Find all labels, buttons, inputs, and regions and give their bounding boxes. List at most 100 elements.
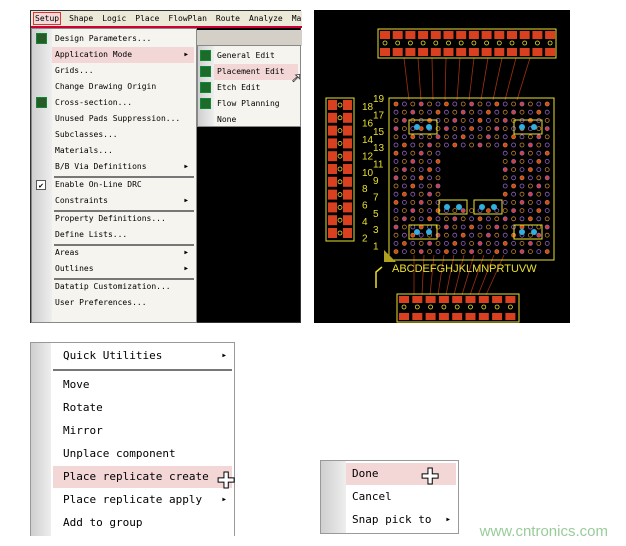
menu-item-outlines[interactable]: Outlines ▶ (52, 261, 194, 277)
menu-item-done[interactable]: Done (346, 463, 456, 485)
menu-item-datatip-customization[interactable]: Datatip Customization... (52, 279, 194, 295)
menu-flowplan[interactable]: FlowPlan (167, 13, 208, 24)
bga-ball (393, 216, 399, 222)
menu-item-mirror[interactable]: Mirror (53, 420, 232, 442)
menu-item-flow-planning[interactable]: Flow Planning (214, 96, 298, 112)
bga-ball (544, 175, 550, 181)
row-label: 5 (373, 209, 379, 220)
menu-item-placement-edit[interactable]: Placement Edit (214, 64, 298, 80)
menu-place[interactable]: Place (134, 13, 160, 24)
pad (343, 125, 352, 136)
bga-ball (536, 232, 542, 238)
bga-ball (418, 216, 424, 222)
bga-ball (519, 167, 525, 173)
checkbox-checked-icon[interactable]: ✔ (36, 180, 46, 190)
pad (468, 31, 479, 39)
bga-ball (502, 158, 508, 164)
pcb-layout-view: 19181716151413121110987654321 ABCDEFGHJKL… (314, 10, 570, 323)
bga-ball (427, 208, 432, 214)
bga-ball (494, 232, 500, 238)
bga-ball (452, 232, 458, 238)
bga-ball (544, 232, 550, 238)
bga-ball (502, 150, 508, 156)
menu-item-subclasses[interactable]: Subclasses... (52, 127, 194, 143)
pin (420, 40, 426, 46)
menu-setup[interactable]: Setup (33, 12, 62, 25)
bga-ball (485, 109, 491, 115)
menu-item-label: Unplace component (63, 447, 176, 460)
bga-ball (527, 101, 533, 107)
menu-shape[interactable]: Shape (68, 13, 94, 24)
menu-manu[interactable]: Manu (291, 13, 302, 24)
menu-item-move[interactable]: Move (53, 374, 232, 396)
pad (405, 31, 416, 39)
menu-item-enable-on-line-drc[interactable]: Enable On-Line DRC (52, 177, 194, 193)
menu-item-b-b-via-definitions[interactable]: B/B Via Definitions ▶ (52, 159, 194, 175)
pin (337, 230, 343, 236)
trace (431, 57, 434, 101)
menu-item-materials[interactable]: Materials... (52, 143, 194, 159)
menu-item-property-definitions[interactable]: Property Definitions... (52, 211, 194, 227)
pad (399, 313, 409, 320)
pad (380, 31, 390, 39)
menu-item-unused-pads-suppression[interactable]: Unused Pads Suppression... (52, 111, 194, 127)
menu-item-design-parameters[interactable]: Design Parameters... (52, 31, 194, 47)
menu-item-general-edit[interactable]: General Edit (214, 48, 298, 64)
bga-ball (502, 216, 508, 222)
bga-ball (435, 240, 441, 246)
bga-ball (477, 142, 483, 148)
bga-ball (494, 216, 500, 222)
bga-ball (435, 101, 441, 107)
bga-ball (485, 216, 491, 222)
menu-item-areas[interactable]: Areas ▶ (52, 245, 194, 261)
menu-item-rotate[interactable]: Rotate (53, 397, 232, 419)
pin (337, 204, 343, 210)
menu-item-user-preferences[interactable]: User Preferences... (52, 295, 194, 311)
pad (392, 48, 403, 56)
cap-pad (444, 204, 450, 210)
bga-ball (460, 109, 466, 115)
pad (507, 31, 517, 39)
pad (481, 31, 492, 39)
menu-item-cross-section[interactable]: Cross-section... (52, 95, 194, 111)
pin (408, 40, 413, 46)
bga-ball (435, 183, 441, 189)
bga-ball (536, 142, 542, 148)
pin (547, 40, 553, 46)
menu-item-change-drawing-origin[interactable]: Change Drawing Origin (52, 79, 194, 95)
row-label: 7 (373, 192, 379, 203)
menu-route[interactable]: Route (215, 13, 241, 24)
menu-item-none[interactable]: None (214, 112, 298, 128)
bga-ball (494, 109, 500, 115)
menu-item-add-to-group[interactable]: Add to group (53, 512, 232, 534)
watermark: www.cntronics.com (479, 523, 608, 540)
pad (328, 100, 337, 110)
menu-item-cancel[interactable]: Cancel (346, 486, 456, 508)
menu-item-application-mode[interactable]: Application Mode ▶ (52, 47, 194, 63)
menu-item-place-replicate-create[interactable]: Place replicate create (53, 466, 232, 488)
pad (343, 189, 352, 200)
pin (507, 304, 513, 310)
bga-ball (544, 134, 550, 140)
pin (337, 128, 343, 133)
bga-ball (393, 191, 399, 197)
menu-item-label: Define Lists... (55, 230, 128, 239)
menu-item-snap-pick-to[interactable]: Snap pick to ▶ (346, 509, 456, 531)
menu-item-quick-utilities[interactable]: Quick Utilities ▶ (53, 345, 232, 367)
menu-item-unplace-component[interactable]: Unplace component (53, 443, 232, 465)
menu-item-grids[interactable]: Grids... (52, 63, 194, 79)
bga-ball (435, 175, 441, 181)
menu-item-etch-edit[interactable]: Etch Edit (214, 80, 298, 96)
bga-ball (460, 208, 466, 214)
bga-ball (527, 109, 533, 115)
bga-ball (410, 142, 416, 148)
menu-item-place-replicate-apply[interactable]: Place replicate apply ▶ (53, 489, 232, 511)
pin (428, 304, 433, 310)
bga-ball (544, 216, 550, 222)
menu-logic[interactable]: Logic (101, 13, 127, 24)
pin (522, 40, 528, 46)
menu-analyze[interactable]: Analyze (248, 13, 284, 24)
bga-ball (410, 249, 416, 255)
menu-item-constraints[interactable]: Constraints ▶ (52, 193, 194, 209)
menu-item-define-lists[interactable]: Define Lists... (52, 227, 194, 243)
